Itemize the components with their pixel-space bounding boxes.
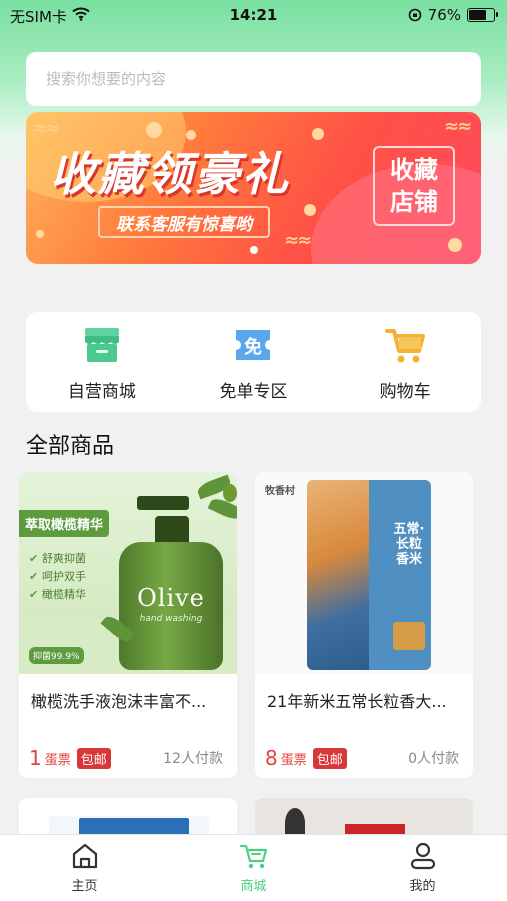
product-paid-count: 12人付款: [163, 751, 223, 767]
free-order-icon: 免: [231, 323, 275, 367]
tab-mine[interactable]: 我的: [368, 835, 478, 901]
tab-home[interactable]: 主页: [30, 835, 140, 901]
svg-text:免: 免: [244, 336, 262, 358]
product-price: 8: [265, 746, 278, 770]
product-feature: 橄榄精华: [29, 586, 86, 602]
quick-menu-cart[interactable]: 购物车: [345, 323, 465, 402]
product-name: 橄榄洗手液泡沫丰富不...: [31, 692, 207, 711]
banner-decoration: [304, 204, 316, 216]
free-shipping-badge: 包邮: [76, 747, 111, 769]
bottle-label: Olive: [137, 584, 205, 612]
banner-subtitle: 联系客服有惊喜哟: [98, 206, 270, 238]
tab-mall[interactable]: 商城: [199, 835, 309, 901]
quick-menu-label: 免单专区: [219, 381, 288, 402]
tab-label: 主页: [71, 879, 98, 894]
product-card[interactable]: 萃取橄榄精华 舒爽抑菌 呵护双手 橄榄精华 Olive hand washing…: [19, 472, 237, 778]
banner-stamp-line: 收藏: [390, 156, 438, 184]
tab-label: 商城: [240, 879, 267, 894]
banner-wave: ≈≈: [444, 116, 472, 137]
rice-bag-text: 五常·长粒香米: [393, 522, 425, 567]
battery-percent: 76%: [427, 6, 461, 24]
carousel-indicator[interactable]: [250, 246, 258, 254]
promo-banner[interactable]: ≈≈ ≈≈ ≈≈ 收藏领豪礼 联系客服有惊喜哟 收藏 店铺: [26, 112, 481, 264]
product-paid-count: 0人付款: [408, 751, 459, 767]
free-shipping-badge: 包邮: [312, 747, 347, 769]
home-icon: [72, 843, 97, 869]
quick-menu-label: 购物车: [379, 381, 431, 402]
product-price-row: 8 蛋票 包邮 0人付款: [265, 746, 459, 770]
tab-label: 我的: [409, 879, 436, 894]
banner-title: 收藏领豪礼: [50, 147, 290, 201]
cart-icon: [383, 323, 427, 367]
banner-stamp: 收藏 店铺: [373, 146, 455, 226]
banner-decoration: [312, 128, 324, 140]
rice-bag: 五常·长粒香米: [307, 480, 431, 670]
product-brand: 牧香村: [265, 486, 295, 497]
product-feature: 舒爽抑菌: [29, 550, 86, 566]
banner-wave: ≈≈: [284, 230, 312, 251]
banner-decoration: [146, 122, 162, 138]
product-price-unit: 蛋票: [280, 752, 307, 768]
product-card[interactable]: 牧香村 五常·长粒香米 21年新米五常长粒香大... 8 蛋票 包邮 0人付款: [255, 472, 473, 778]
product-feature: 呵护双手: [29, 568, 86, 584]
store-icon: [80, 323, 124, 367]
product-image: 萃取橄榄精华 舒爽抑菌 呵护双手 橄榄精华 Olive hand washing…: [19, 472, 237, 674]
product-price-unit: 蛋票: [44, 752, 71, 768]
product-image: 牧香村 五常·长粒香米: [255, 472, 473, 674]
banner-wave: ≈≈: [32, 118, 60, 139]
rice-bag-art: [307, 480, 371, 670]
product-name: 21年新米五常长粒香大...: [267, 692, 447, 711]
quick-menu-free-order[interactable]: 免 免单专区: [193, 323, 313, 402]
product-price-row: 1 蛋票 包邮 12人付款: [29, 746, 223, 770]
quick-menu-label: 自营商城: [67, 381, 136, 402]
search-input[interactable]: [44, 69, 463, 89]
banner-decoration: [448, 238, 462, 252]
cart-icon: [239, 844, 267, 869]
banner-stamp-line: 店铺: [390, 188, 438, 216]
battery-icon: [467, 8, 498, 22]
bottle-pump: [137, 496, 189, 510]
olive-decoration: [223, 484, 237, 502]
search-bar[interactable]: [26, 52, 481, 106]
quick-menu-self-store[interactable]: 自营商城: [42, 323, 162, 402]
product-image-badge: 抑菌99.9%: [29, 647, 84, 664]
battery-fill: [469, 10, 486, 20]
bottle-sublabel: hand washing: [139, 614, 203, 624]
status-bar: 无SIM卡 14:21 76%: [0, 0, 507, 30]
section-title: 全部商品: [26, 434, 115, 459]
quick-menu: 自营商城 免 免单专区 购物车: [26, 312, 481, 412]
product-image-title: 萃取橄榄精华: [19, 510, 110, 537]
banner-decoration: [36, 230, 44, 238]
product-price: 1: [29, 746, 42, 770]
orientation-lock-icon: [408, 8, 421, 22]
user-icon: [410, 842, 435, 870]
rice-bag-emblem: [393, 622, 425, 650]
tab-bar: 主页 商城 我的: [0, 834, 507, 901]
